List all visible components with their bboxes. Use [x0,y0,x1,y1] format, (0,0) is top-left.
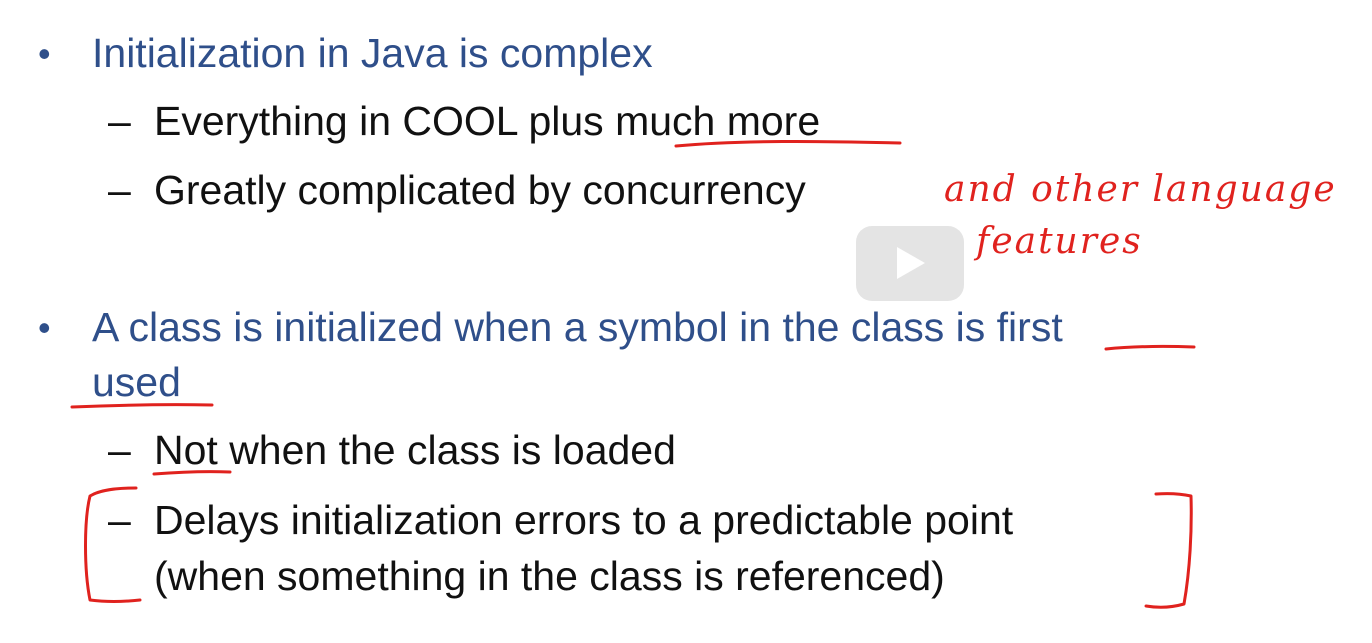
dash-marker: – [108,98,131,144]
bullet-2-sub-2: Delays initialization errors to a predic… [154,497,1014,543]
bullet-2-sub-1: Not when the class is loaded [154,427,676,473]
bullet-1-sub-1: Everything in COOL plus much more [154,98,821,144]
bullet-2-text-line-1: A class is initialized when a symbol in … [92,304,1063,350]
dash-marker: – [108,167,131,213]
bullet-2-sub-2-continuation: (when something in the class is referenc… [154,553,945,599]
right-bracket [1144,492,1193,609]
bullet-1-text: Initialization in Java is complex [92,30,653,76]
handwritten-annotation-line-2: features [976,221,1143,262]
dash-marker: – [108,497,131,543]
play-button[interactable] [856,226,964,301]
underline-first [1104,344,1196,351]
handwritten-annotation-line-1: and other language [944,169,1337,210]
bullet-marker: • [38,33,51,74]
bullet-marker: • [38,307,51,348]
play-icon [897,247,925,279]
bullet-2-text-line-2: used [92,359,181,405]
bullet-1-sub-2: Greatly complicated by concurrency [154,167,806,213]
dash-marker: – [108,427,131,473]
slide: • Initialization in Java is complex – Ev… [0,0,1372,643]
